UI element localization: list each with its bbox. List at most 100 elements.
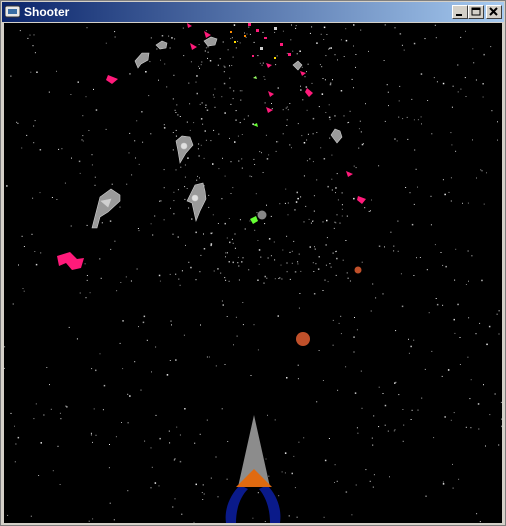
star	[460, 88, 462, 90]
star	[405, 187, 407, 188]
star	[336, 257, 338, 260]
star	[397, 220, 399, 222]
star	[498, 333, 500, 335]
star	[334, 482, 335, 483]
star	[325, 112, 327, 113]
star	[242, 302, 244, 303]
star	[471, 255, 473, 257]
star	[224, 112, 226, 114]
star	[51, 197, 53, 198]
star	[336, 214, 338, 216]
star	[213, 129, 215, 131]
star	[345, 491, 348, 493]
star	[322, 221, 324, 223]
star	[323, 158, 326, 160]
star	[235, 110, 237, 112]
star	[356, 427, 358, 429]
star	[368, 50, 369, 52]
star	[264, 275, 266, 278]
star	[265, 458, 267, 460]
star	[154, 482, 157, 484]
star	[289, 278, 291, 280]
star	[184, 176, 186, 178]
game-canvas[interactable]	[4, 23, 502, 523]
star	[295, 201, 298, 203]
star	[411, 223, 414, 226]
star	[199, 177, 200, 179]
star	[30, 515, 32, 517]
star	[307, 63, 309, 65]
star	[273, 241, 275, 243]
star	[312, 117, 315, 120]
star	[329, 263, 331, 265]
star	[313, 195, 315, 197]
star	[433, 437, 435, 439]
star	[237, 256, 239, 258]
star	[280, 264, 282, 266]
star	[173, 191, 175, 193]
star	[150, 487, 152, 489]
star	[239, 42, 241, 44]
minimize-button[interactable]	[452, 5, 468, 19]
star	[341, 192, 343, 194]
star	[308, 218, 310, 220]
star	[32, 197, 34, 199]
star	[486, 343, 488, 346]
star	[478, 428, 480, 430]
star	[217, 496, 219, 498]
star	[200, 254, 202, 256]
star	[384, 24, 386, 26]
star	[301, 135, 303, 137]
maximize-button[interactable]	[468, 5, 484, 19]
star	[249, 220, 251, 222]
star	[271, 108, 273, 110]
star	[340, 315, 342, 317]
star	[158, 274, 161, 277]
star	[82, 115, 84, 117]
star	[121, 422, 122, 423]
star	[205, 30, 207, 32]
star	[33, 125, 35, 127]
star	[29, 34, 31, 36]
star	[371, 437, 373, 439]
star	[184, 198, 186, 200]
star	[206, 109, 209, 111]
star	[341, 204, 343, 206]
star	[136, 268, 138, 270]
close-button[interactable]	[486, 5, 502, 19]
star	[223, 71, 225, 73]
star	[266, 158, 269, 160]
star	[208, 356, 210, 358]
star	[215, 456, 217, 458]
star	[207, 46, 209, 48]
star	[92, 441, 93, 443]
star	[175, 359, 177, 361]
star	[264, 223, 266, 225]
star	[108, 467, 110, 469]
star	[227, 441, 229, 442]
star	[184, 186, 186, 188]
star	[394, 138, 396, 140]
star	[289, 251, 291, 253]
star	[135, 157, 136, 159]
star	[241, 167, 243, 169]
star	[279, 203, 281, 205]
star	[159, 437, 161, 440]
star	[347, 122, 349, 124]
star	[209, 60, 212, 62]
title-bar[interactable]: Shooter	[2, 2, 504, 22]
star	[303, 221, 305, 223]
star	[291, 262, 293, 264]
star	[399, 33, 402, 35]
star	[353, 45, 354, 47]
star	[299, 293, 301, 294]
star	[181, 513, 183, 515]
star	[232, 242, 234, 244]
star	[187, 157, 189, 159]
star	[332, 79, 333, 81]
star	[221, 300, 223, 302]
star	[169, 273, 171, 275]
star	[294, 209, 296, 211]
star	[274, 259, 276, 261]
star	[235, 119, 237, 121]
